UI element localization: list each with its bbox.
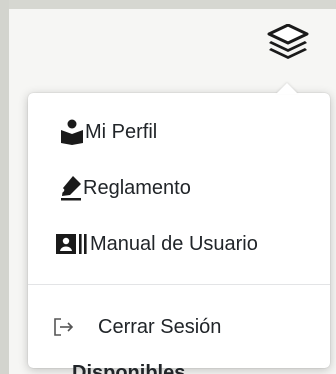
user-reading-icon	[59, 118, 85, 146]
menu-item-label: Mi Perfil	[85, 120, 158, 143]
partial-background-heading: Disponibles	[72, 363, 186, 374]
menu-divider	[28, 284, 330, 285]
id-card-icon	[56, 231, 90, 257]
signature-icon	[59, 174, 83, 202]
menu-item-label: Reglamento	[83, 176, 191, 199]
menu-item-cerrar-sesion[interactable]: Cerrar Sesión	[28, 307, 330, 347]
page: Mi Perfil Reglamento Manual de Usuario C…	[0, 0, 336, 374]
layers-icon	[267, 24, 309, 64]
layers-menu-button[interactable]	[260, 18, 316, 70]
menu-item-reglamento[interactable]: Reglamento	[28, 168, 330, 208]
top-border	[0, 0, 336, 9]
menu-item-manual-de-usuario[interactable]: Manual de Usuario	[28, 224, 330, 264]
menu-item-label: Manual de Usuario	[90, 232, 258, 255]
dropdown-caret	[276, 83, 298, 94]
user-dropdown-menu: Mi Perfil Reglamento Manual de Usuario C…	[28, 83, 330, 368]
left-border	[0, 0, 9, 374]
sign-out-icon	[52, 315, 76, 339]
menu-item-label: Cerrar Sesión	[98, 315, 222, 338]
menu-item-mi-perfil[interactable]: Mi Perfil	[28, 112, 330, 152]
